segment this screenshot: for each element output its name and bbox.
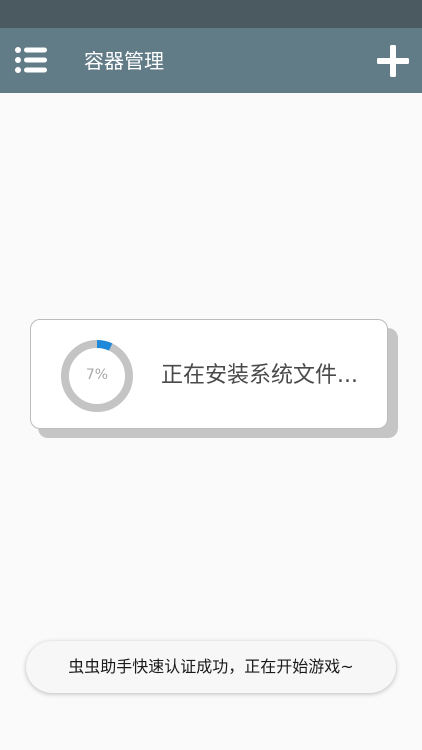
list-menu-icon bbox=[15, 47, 47, 73]
toast-message: 虫虫助手快速认证成功，正在开始游戏~ bbox=[68, 657, 354, 676]
progress-percent-label: 7% bbox=[85, 367, 109, 383]
install-progress-card: 7% 正在安装系统文件... bbox=[30, 319, 388, 429]
menu-button[interactable] bbox=[14, 46, 48, 74]
plus-icon bbox=[377, 45, 409, 77]
app-bar: 容器管理 bbox=[0, 28, 422, 93]
install-status-text: 正在安装系统文件... bbox=[161, 363, 358, 388]
status-bar bbox=[0, 0, 422, 28]
page-title: 容器管理 bbox=[84, 49, 164, 73]
toast-notification: 虫虫助手快速认证成功，正在开始游戏~ bbox=[26, 641, 396, 693]
add-container-button[interactable] bbox=[376, 44, 410, 78]
